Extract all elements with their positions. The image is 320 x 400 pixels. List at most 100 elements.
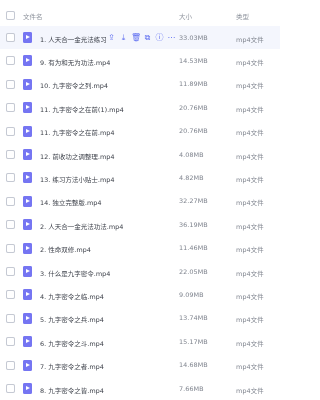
video-file-icon [23, 32, 32, 43]
file-type: mp4文件 [236, 58, 264, 67]
video-file-icon [23, 149, 32, 160]
video-file-icon [23, 359, 32, 371]
row-checkbox[interactable] [6, 56, 15, 66]
row-checkbox[interactable] [6, 313, 15, 323]
select-all-checkbox[interactable] [6, 11, 15, 20]
column-header-type[interactable]: 类型 [236, 11, 249, 21]
video-file-icon [23, 312, 32, 324]
file-name[interactable]: 4. 九字密令之临.mp4 [40, 291, 104, 301]
share-icon[interactable]: ⇪ [107, 33, 116, 42]
file-name[interactable]: 13. 练习方法小贴士.mp4 [40, 174, 115, 184]
video-file-icon [23, 219, 32, 231]
file-row[interactable]: 11. 九字密令之在前(1).mp4 20.76MB mp4文件 [0, 96, 280, 119]
video-file-icon [23, 383, 32, 394]
file-size: 13.74MB [179, 314, 208, 323]
file-name[interactable]: 3. 什么是九字密令.mp4 [40, 268, 110, 278]
file-row[interactable]: 2. 人天合一金光法功法.mp4 36.19MB mp4文件 [0, 213, 280, 236]
file-size: 20.76MB [179, 103, 208, 112]
file-size: 14.53MB [179, 56, 208, 65]
file-row[interactable]: 3. 什么是九字密令.mp4 22.05MB mp4文件 [0, 260, 280, 283]
video-file-icon [23, 102, 32, 114]
file-name[interactable]: 9. 有为和无为功法.mp4 [40, 57, 110, 67]
row-checkbox[interactable] [6, 196, 15, 206]
row-checkbox[interactable] [6, 243, 15, 253]
file-name[interactable]: 8. 九字密令之皆.mp4 [40, 385, 104, 395]
file-row[interactable]: 14. 独立完整版.mp4 32.27MB mp4文件 [0, 190, 280, 213]
row-checkbox[interactable] [6, 150, 15, 159]
video-file-icon [23, 242, 32, 254]
copy-icon[interactable]: ⧉ [143, 33, 152, 42]
file-type: mp4文件 [236, 292, 264, 301]
file-row[interactable]: 13. 练习方法小贴士.mp4 4.82MB mp4文件 [0, 166, 280, 189]
file-name[interactable]: 11. 九字密令之在前.mp4 [40, 127, 115, 137]
file-type: mp4文件 [236, 222, 264, 231]
file-row[interactable]: 10. 九字密令之列.mp4 11.89MB mp4文件 [0, 73, 280, 96]
video-file-icon [23, 266, 32, 277]
file-size: 36.19MB [179, 220, 208, 229]
file-name[interactable]: 11. 九字密令之在前(1).mp4 [40, 104, 124, 114]
file-name[interactable]: 10. 九字密令之列.mp4 [40, 80, 108, 90]
row-checkbox[interactable] [6, 384, 15, 393]
column-header-size[interactable]: 大小 [179, 11, 192, 21]
file-type: mp4文件 [236, 35, 264, 44]
download-icon[interactable]: ⤓ [119, 33, 128, 42]
row-checkbox[interactable] [6, 126, 15, 136]
file-type: mp4文件 [236, 363, 264, 372]
file-row[interactable]: 6. 九字密令之斗.mp4 15.17MB mp4文件 [0, 330, 280, 353]
file-row[interactable]: 9. 有为和无为功法.mp4 14.53MB mp4文件 [0, 49, 280, 72]
row-checkbox[interactable] [6, 267, 15, 276]
file-size: 14.68MB [179, 361, 208, 370]
more-icon[interactable]: ⋯ [167, 33, 176, 42]
file-size: 4.08MB [179, 150, 204, 159]
file-row[interactable]: 2. 性命双修.mp4 11.46MB mp4文件 [0, 237, 280, 260]
row-checkbox[interactable] [6, 290, 15, 300]
file-row[interactable]: 4. 九字密令之临.mp4 9.09MB mp4文件 [0, 283, 280, 306]
video-file-icon [23, 289, 32, 301]
file-row[interactable]: 11. 九字密令之在前.mp4 20.76MB mp4文件 [0, 120, 280, 143]
row-checkbox[interactable] [6, 337, 15, 347]
row-checkbox[interactable] [6, 79, 15, 89]
delete-icon[interactable]: 🗑 [131, 33, 141, 42]
file-size: 33.03MB [179, 33, 208, 42]
file-row[interactable]: 12. 前收功之调整理.mp4 4.08MB mp4文件 [0, 143, 280, 166]
file-type: mp4文件 [236, 82, 264, 91]
file-name[interactable]: 2. 人天合一金光法功法.mp4 [40, 221, 123, 231]
file-name[interactable]: 5. 九字密令之兵.mp4 [40, 314, 104, 324]
file-size: 11.89MB [179, 80, 208, 89]
row-checkbox[interactable] [6, 33, 15, 42]
file-type: mp4文件 [236, 175, 264, 184]
file-size: 22.05MB [179, 267, 208, 276]
file-size: 15.17MB [179, 337, 208, 346]
row-checkbox[interactable] [6, 103, 15, 113]
file-name[interactable]: 12. 前收功之调整理.mp4 [40, 151, 115, 161]
file-type: mp4文件 [236, 152, 264, 161]
file-name[interactable]: 6. 九字密令之斗.mp4 [40, 338, 104, 348]
file-size: 9.09MB [179, 290, 204, 299]
file-type: mp4文件 [236, 199, 264, 208]
file-type: mp4文件 [236, 129, 264, 138]
info-icon[interactable]: ⓘ [155, 33, 164, 42]
file-row[interactable]: 5. 九字密令之兵.mp4 13.74MB mp4文件 [0, 307, 280, 330]
file-row[interactable]: 8. 九字密令之皆.mp4 7.66MB mp4文件 [0, 377, 280, 400]
row-checkbox[interactable] [6, 173, 15, 183]
video-file-icon [23, 55, 32, 67]
column-header-name[interactable]: 文件名 [23, 11, 43, 21]
file-name[interactable]: 2. 性命双修.mp4 [40, 244, 91, 254]
video-file-icon [23, 336, 32, 348]
file-row[interactable]: 1. 人天合一金光法练习.mp4⇪⤓🗑⧉ⓘ⋯33.03MB mp4文件 [0, 26, 280, 49]
row-actions: ⇪ ⤓ 🗑 ⧉ ⓘ ⋯ [107, 33, 176, 43]
file-type: mp4文件 [236, 316, 264, 325]
file-size: 20.76MB [179, 127, 208, 136]
file-size: 7.66MB [179, 384, 204, 393]
file-name[interactable]: 14. 独立完整版.mp4 [40, 197, 102, 207]
file-size: 4.82MB [179, 173, 204, 182]
file-name[interactable]: 1. 人天合一金光法练习.mp4 [40, 34, 106, 44]
file-row[interactable]: 7. 九字密令之者.mp4 14.68MB mp4文件 [0, 354, 280, 377]
file-type: mp4文件 [236, 269, 264, 278]
video-file-icon [23, 125, 32, 137]
file-name[interactable]: 7. 九字密令之者.mp4 [40, 361, 104, 371]
row-checkbox[interactable] [6, 360, 15, 370]
row-checkbox[interactable] [6, 220, 15, 230]
file-type: mp4文件 [236, 339, 264, 348]
file-type: mp4文件 [236, 386, 264, 395]
